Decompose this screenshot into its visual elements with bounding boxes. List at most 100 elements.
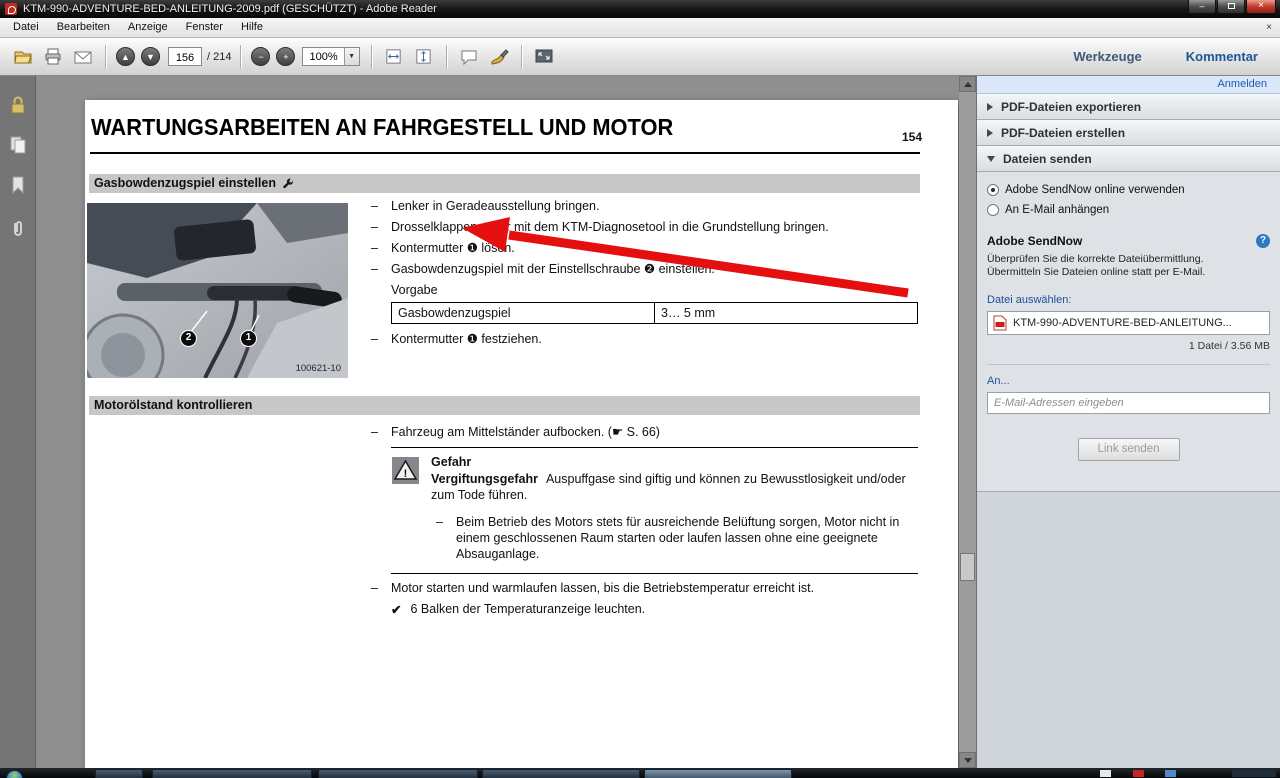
checkmark-icon: ✔	[391, 602, 401, 617]
pdf-icon	[993, 315, 1007, 331]
spec-label: Vorgabe	[369, 282, 921, 298]
email-address-input[interactable]	[987, 392, 1270, 414]
send-link-button[interactable]: Link senden	[1078, 438, 1180, 461]
help-icon[interactable]: ?	[1256, 234, 1270, 248]
triangle-up-icon	[964, 82, 972, 87]
zoom-level-select[interactable]: 100% ▼	[302, 47, 359, 66]
radio-attach-email[interactable]: An E-Mail anhängen	[987, 204, 1270, 216]
security-lock-button[interactable]	[7, 94, 29, 116]
toolbar-separator	[105, 45, 106, 69]
next-page-button[interactable]: ▼	[141, 47, 160, 66]
list-item: Drosselklappensteller mit dem KTM-Diagno…	[369, 219, 921, 235]
spec-table-name: Gasbowdenzugspiel	[392, 303, 655, 323]
taskbar	[0, 768, 1280, 778]
triangle-down-icon	[964, 758, 972, 763]
zoom-out-button[interactable]: −	[251, 47, 270, 66]
scroll-up-button[interactable]	[959, 76, 976, 92]
scrollbar-thumb[interactable]	[960, 553, 975, 581]
chevron-down-icon[interactable]: ▼	[344, 48, 359, 65]
instruction-list: Lenker in Geradeausstellung bringen. Dro…	[369, 198, 921, 352]
tray-icon[interactable]	[1165, 770, 1176, 777]
maximize-icon	[1228, 3, 1235, 9]
attachments-button[interactable]	[7, 218, 29, 240]
titlebar: KTM-990-ADVENTURE-BED-ANLEITUNG-2009.pdf…	[0, 0, 1280, 18]
vertical-scrollbar[interactable]	[959, 76, 976, 768]
warning-keyword: Vergiftungsgefahr	[431, 472, 538, 486]
radio-label: An E-Mail anhängen	[1005, 204, 1109, 216]
pen-icon	[489, 47, 509, 67]
taskbar-button[interactable]	[95, 769, 143, 778]
print-button[interactable]	[41, 45, 65, 69]
taskbar-clock[interactable]	[1232, 770, 1276, 777]
check-text: 6 Balken der Temperaturanzeige leuchten.	[410, 602, 645, 617]
radio-sendnow-online[interactable]: Adobe SendNow online verwenden	[987, 184, 1270, 196]
toolbar-separator	[371, 45, 372, 69]
taskbar-button[interactable]	[152, 769, 312, 778]
bookmark-icon	[7, 174, 29, 196]
menubar: Datei Bearbeiten Anzeige Fenster Hilfe ×	[0, 18, 1280, 38]
paperclip-icon	[7, 218, 29, 240]
taskbar-button[interactable]	[482, 769, 640, 778]
image-code: 100621-10	[296, 363, 341, 374]
sign-button[interactable]	[487, 45, 511, 69]
main-area: WARTUNGSARBEITEN AN FAHRGESTELL UND MOTO…	[0, 76, 1280, 768]
panel-create-pdf[interactable]: PDF-Dateien erstellen	[977, 120, 1280, 146]
comment-bubble-button[interactable]	[457, 45, 481, 69]
taskbar-button[interactable]	[318, 769, 478, 778]
tray-icon[interactable]	[1133, 770, 1144, 777]
tray-icon[interactable]	[1100, 770, 1111, 777]
taskbar-button-active[interactable]	[644, 769, 792, 778]
selected-file-item[interactable]: KTM-990-ADVENTURE-BED-ANLEITUNG...	[987, 311, 1270, 335]
pages-icon	[7, 134, 29, 156]
minimize-button[interactable]: –	[1188, 0, 1216, 14]
page-thumbnails-button[interactable]	[7, 134, 29, 156]
warning-sub-item: Beim Betrieb des Motors stets für ausrei…	[434, 514, 919, 562]
start-button[interactable]	[6, 770, 23, 778]
comment-panel-button[interactable]: Kommentar	[1186, 49, 1258, 64]
close-icon[interactable]: ×	[1266, 22, 1272, 33]
description-line: Übermitteln Sie Dateien online statt per…	[987, 266, 1270, 279]
page-number-input[interactable]	[169, 50, 201, 67]
panel-send-files[interactable]: Dateien senden	[977, 146, 1280, 172]
panel-export-pdf[interactable]: PDF-Dateien exportieren	[977, 94, 1280, 120]
close-button[interactable]: ×	[1246, 0, 1276, 14]
fullscreen-icon	[534, 47, 554, 67]
list-item: Motor starten und warmlaufen lassen, bis…	[369, 580, 929, 596]
tools-panel-button[interactable]: Werkzeuge	[1073, 49, 1141, 64]
fullscreen-button[interactable]	[532, 45, 556, 69]
photo-illustration: 100621-10	[87, 203, 348, 378]
fit-width-button[interactable]	[382, 45, 406, 69]
page-number-box	[168, 47, 202, 66]
warning-title: Gefahr	[431, 455, 471, 469]
menu-bearbeiten[interactable]: Bearbeiten	[48, 18, 119, 37]
list-item: Lenker in Geradeausstellung bringen.	[369, 198, 921, 214]
menu-datei[interactable]: Datei	[4, 18, 48, 37]
menu-hilfe[interactable]: Hilfe	[232, 18, 272, 37]
sign-in-link[interactable]: Anmelden	[977, 76, 1280, 94]
fit-page-button[interactable]	[412, 45, 436, 69]
radio-button-selected-icon[interactable]	[987, 184, 999, 196]
document-area: WARTUNGSARBEITEN AN FAHRGESTELL UND MOTO…	[36, 76, 976, 768]
radio-button-icon[interactable]	[987, 204, 999, 216]
bookmarks-button[interactable]	[7, 174, 29, 196]
email-button[interactable]	[71, 45, 95, 69]
file-summary: 1 Datei / 3.56 MB	[987, 340, 1270, 352]
chevron-right-icon	[987, 103, 993, 111]
adobe-reader-icon	[5, 3, 17, 15]
warning-triangle-icon: !	[392, 457, 419, 484]
section2-heading-text: Motorölstand kontrollieren	[94, 396, 252, 415]
spec-table: Gasbowdenzugspiel 3… 5 mm	[391, 302, 918, 324]
menu-fenster[interactable]: Fenster	[177, 18, 232, 37]
menu-anzeige[interactable]: Anzeige	[119, 18, 177, 37]
maximize-button[interactable]	[1217, 0, 1245, 14]
scroll-down-button[interactable]	[959, 752, 976, 768]
previous-page-button[interactable]: ▲	[116, 47, 135, 66]
zoom-in-button[interactable]: +	[276, 47, 295, 66]
open-file-button[interactable]	[11, 45, 35, 69]
window-controls: – ×	[1188, 0, 1276, 14]
page-title: WARTUNGSARBEITEN AN FAHRGESTELL UND MOTO…	[91, 114, 673, 141]
file-name: KTM-990-ADVENTURE-BED-ANLEITUNG...	[1013, 317, 1232, 329]
divider	[391, 447, 918, 448]
wrench-icon	[282, 178, 294, 190]
pdf-page: WARTUNGSARBEITEN AN FAHRGESTELL UND MOTO…	[85, 100, 958, 768]
